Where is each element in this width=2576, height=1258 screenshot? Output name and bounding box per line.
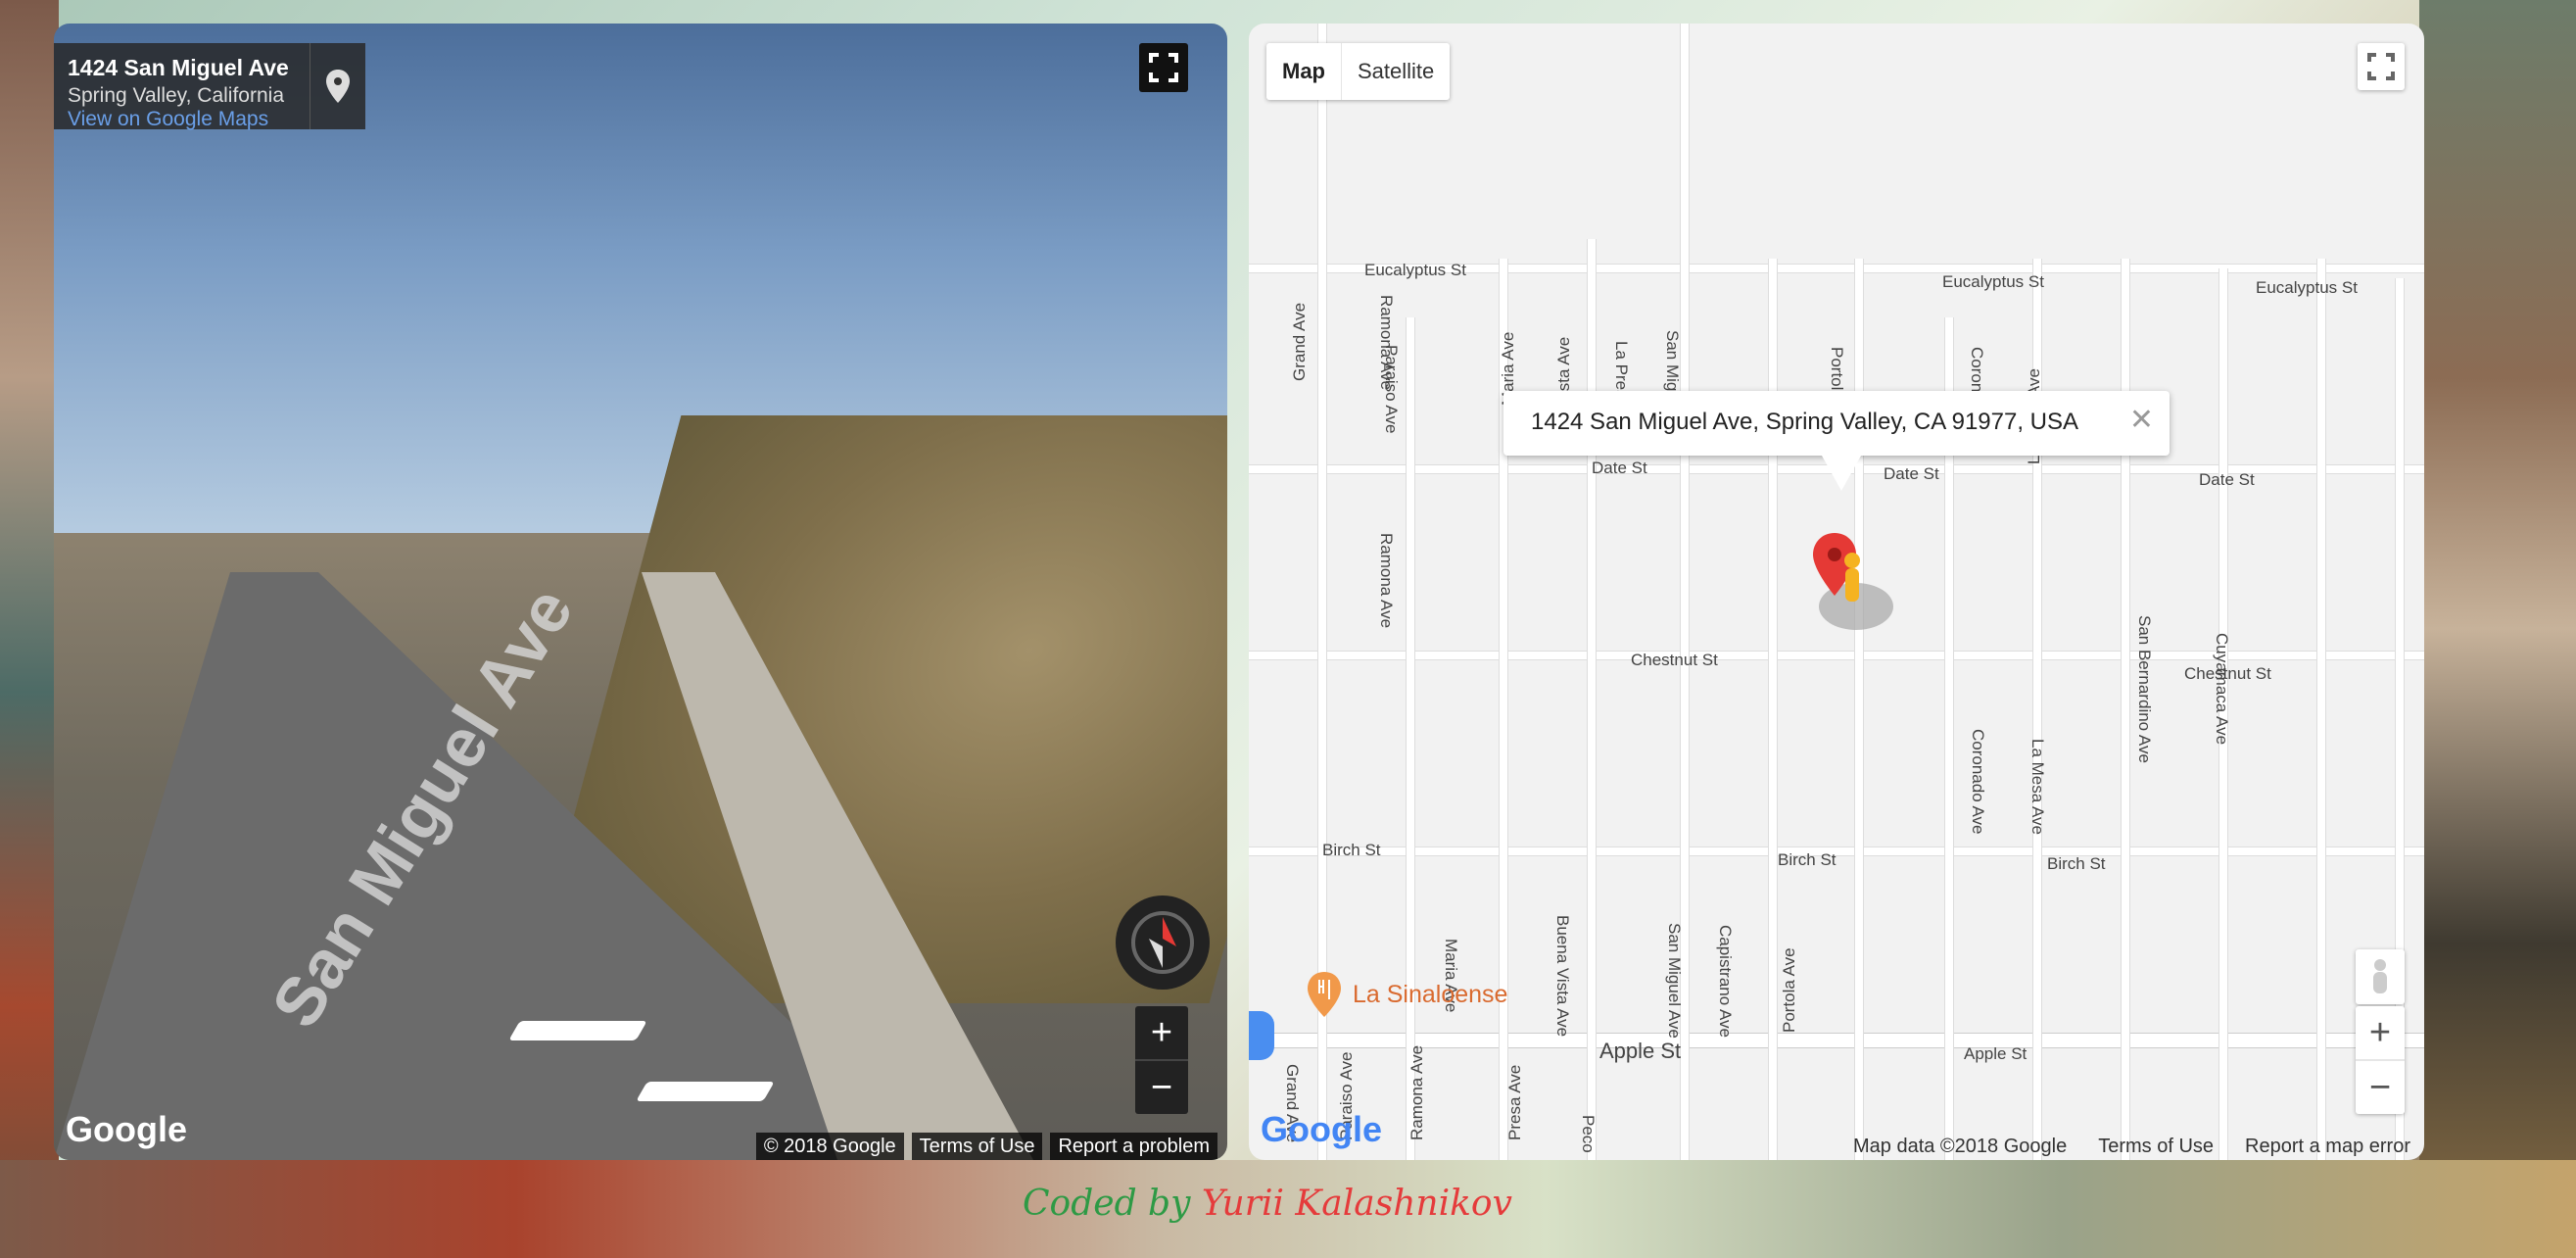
- street-label: Ramona Ave: [1377, 533, 1396, 629]
- credit-text: Coded by Yurii Kalashnikov: [1023, 1184, 1512, 1224]
- street-label: Presa Ave: [1505, 1064, 1524, 1140]
- info-window-address: 1424 San Miguel Ave, Spring Valley, CA 9…: [1531, 409, 2079, 435]
- street-label: Cuyamaca Ave: [2213, 633, 2231, 746]
- google-logo: Google: [66, 1109, 187, 1149]
- credit-part2: Yurii Kalashnikov: [1201, 1184, 1512, 1224]
- background-left: [0, 0, 59, 1258]
- road-chestnut: [1249, 651, 2424, 660]
- google-logo: Google: [1261, 1109, 1382, 1149]
- street-label: Birch St: [2047, 854, 2106, 873]
- fullscreen-icon[interactable]: [2358, 43, 2405, 90]
- compass-icon[interactable]: [1116, 895, 1210, 990]
- address-title: 1424 San Miguel Ave: [68, 55, 289, 80]
- street-label: Apple St: [1964, 1044, 2027, 1063]
- street-label: Eucalyptus St: [1364, 261, 1466, 279]
- zoom-in-button[interactable]: +: [1135, 1006, 1188, 1059]
- street-label: Peco: [1579, 1115, 1598, 1153]
- address-info-box: 1424 San Miguel Ave Spring Valley, Calif…: [54, 43, 365, 131]
- info-window-tail: [1822, 456, 1861, 491]
- close-icon[interactable]: ✕: [2129, 403, 2154, 437]
- poi-restaurant[interactable]: La Sinaloense: [1306, 972, 1507, 1017]
- map-data-text: Map data ©2018 Google: [1852, 1136, 2068, 1157]
- zoom-out-button[interactable]: −: [1135, 1061, 1188, 1114]
- street-label: Date St: [2199, 470, 2255, 489]
- street-label: Ramona Ave: [1407, 1044, 1426, 1140]
- map-type-satellite-button[interactable]: Satellite: [1341, 43, 1450, 100]
- background-right: [2419, 0, 2576, 1258]
- street-label: Coronado Ave: [1969, 729, 1987, 835]
- street-label: Eucalyptus St: [2256, 278, 2358, 297]
- zoom-in-button[interactable]: +: [2356, 1006, 2405, 1059]
- report-map-error-link[interactable]: Report a map error: [2241, 1133, 2414, 1160]
- nav-arrow-back[interactable]: [636, 1082, 775, 1101]
- street-label: Buena Vista Ave: [1553, 915, 1572, 1038]
- street-label: Date St: [1592, 459, 1647, 477]
- street-label: Ramona Ave: [1377, 295, 1396, 391]
- streetview-footer: © 2018 Google Terms of Use Report a prob…: [755, 1133, 1217, 1160]
- copyright-text: © 2018 Google: [755, 1133, 904, 1160]
- street-label: Birch St: [1322, 841, 1381, 859]
- street-label: La Mesa Ave: [2028, 739, 2047, 835]
- street-label: Date St: [1884, 464, 1939, 483]
- map-marker[interactable]: [1807, 533, 1905, 641]
- map-zoom-control[interactable]: + −: [2356, 1006, 2405, 1114]
- map-type-map-button[interactable]: Map: [1266, 43, 1341, 100]
- street-label: Birch St: [1778, 850, 1837, 869]
- restaurant-icon: [1308, 972, 1341, 1017]
- street-label: San Miguel Ave: [1665, 923, 1684, 1039]
- street-label: Eucalyptus St: [1942, 272, 2044, 291]
- report-problem-link[interactable]: Report a problem: [1050, 1133, 1217, 1160]
- address-subtitle: Spring Valley, California: [68, 84, 284, 107]
- road-birch: [1249, 847, 2424, 856]
- nav-arrow-forward[interactable]: [508, 1021, 647, 1040]
- zoom-out-button[interactable]: −: [2356, 1061, 2405, 1114]
- poi-label[interactable]: La Sinaloense: [1353, 981, 1507, 1009]
- map-footer: Map data ©2018 Google Terms of Use Repor…: [1849, 1133, 2414, 1160]
- street-label: San Bernardino Ave: [2135, 615, 2154, 763]
- street-label: Grand Ave: [1290, 302, 1309, 381]
- road-maria: [1587, 239, 1597, 1160]
- map-type-control[interactable]: Map Satellite: [1266, 43, 1451, 100]
- map-panel[interactable]: Eucalyptus St Eucalyptus St Eucalyptus S…: [1249, 24, 2424, 1160]
- street-label: Apple St: [1599, 1039, 1682, 1063]
- streetview-panel[interactable]: San Miguel Ave 1424 San Miguel Ave Sprin…: [54, 24, 1227, 1160]
- info-window: 1424 San Miguel Ave, Spring Valley, CA 9…: [1503, 391, 2170, 491]
- street-label: Capistrano Ave: [1716, 925, 1735, 1038]
- terms-link[interactable]: Terms of Use: [2094, 1133, 2218, 1160]
- street-label: Portola Ave: [1780, 947, 1798, 1033]
- road-san-bernardino: [2316, 259, 2326, 1160]
- view-on-google-maps-link[interactable]: View on Google Maps: [68, 108, 268, 131]
- credit-part1: Coded by: [1023, 1184, 1191, 1224]
- street-label: Chestnut St: [1631, 651, 1718, 669]
- fullscreen-icon[interactable]: [1139, 43, 1188, 92]
- streetview-zoom-control[interactable]: + −: [1135, 1006, 1188, 1114]
- road-paraiso: [1406, 317, 1415, 1160]
- location-badge-icon[interactable]: [1249, 1011, 1274, 1060]
- pegman-icon[interactable]: [2356, 949, 2405, 1004]
- location-pin-icon[interactable]: [310, 43, 365, 129]
- terms-link[interactable]: Terms of Use: [911, 1133, 1043, 1160]
